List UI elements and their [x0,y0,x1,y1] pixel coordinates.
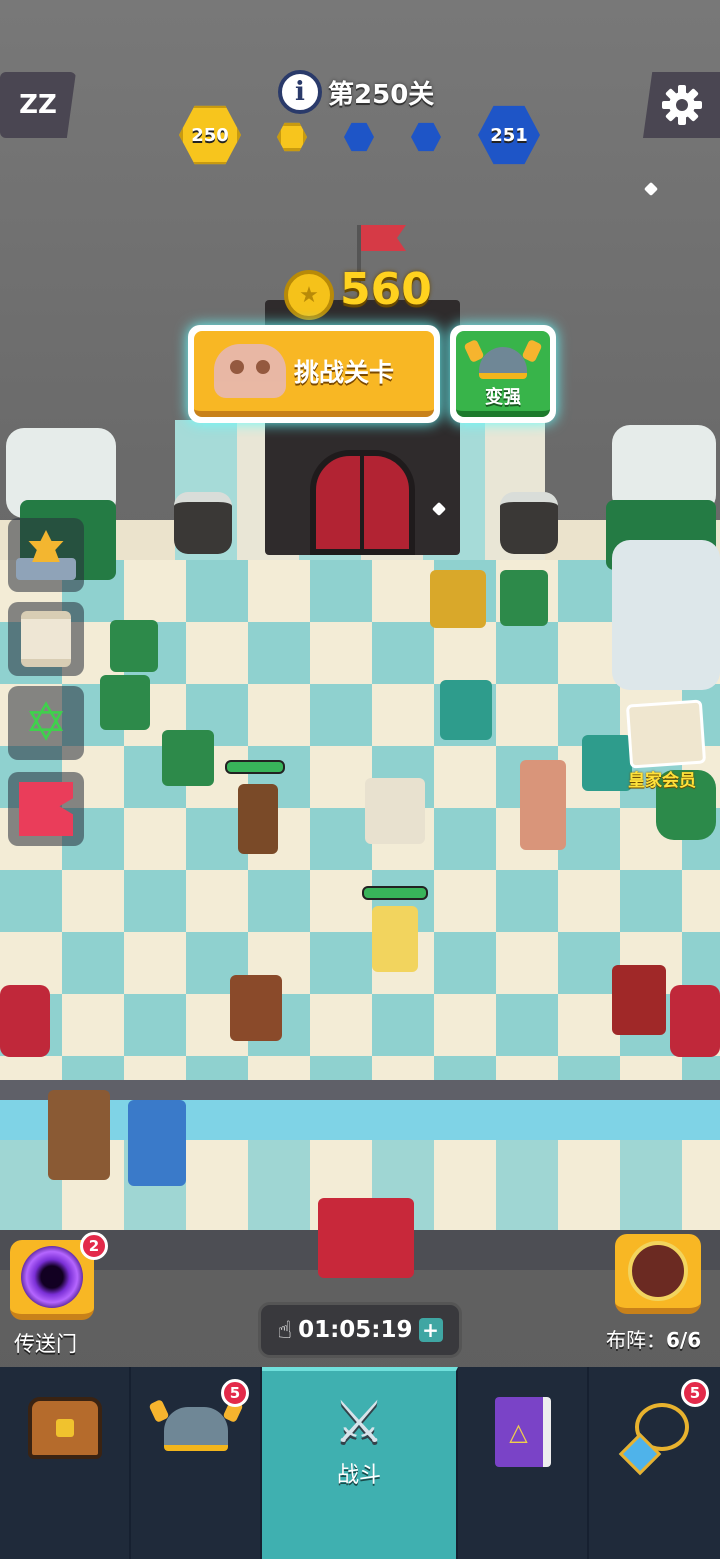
formation-hero-icon [628,1241,688,1301]
tab-chest[interactable] [0,1367,131,1559]
level-indicator[interactable]: i 第250关 [278,70,434,114]
next-level-hex: 251 [478,105,540,165]
stage-marker-pending [344,122,374,152]
level-number: 250 [354,79,409,110]
hero-warrior[interactable] [230,975,282,1041]
tab-upgrade[interactable]: 5 [131,1367,262,1559]
upgrade-button[interactable]: 变强 [450,325,556,423]
scroll-icon [21,611,71,667]
challenge-level-button[interactable]: 挑战关卡 [188,325,440,423]
tab-spellbook[interactable]: △ [458,1367,589,1559]
portal-badge: 2 [80,1232,108,1260]
enemy-archer[interactable] [100,675,150,730]
enemy-archer[interactable] [500,570,548,626]
banner-icon [19,782,73,836]
skull-icon [214,344,286,398]
tab-battle-label: 战斗 [336,1463,381,1488]
enemy-archer[interactable] [110,620,158,672]
fire-brazier [0,985,50,1057]
dragon-hero[interactable] [318,1198,414,1278]
royal-membership-label[interactable]: 皇家会员 [628,766,696,791]
level-prefix: 第 [328,79,355,110]
tab-amulet-badge: 5 [681,1379,709,1407]
formation-count: 6/6 [666,1328,702,1352]
royal-membership-button[interactable] [625,699,707,769]
info-icon[interactable]: i [278,70,322,114]
helmet-icon [163,1407,228,1451]
barrel [500,492,558,554]
quest-button[interactable] [8,602,84,676]
coin-icon: ★ [284,270,334,320]
banner-button[interactable] [8,772,84,846]
settings-button[interactable] [643,72,720,138]
castle-door [310,450,415,555]
viking-helmet-icon [479,347,527,379]
amulet-icon [625,1403,689,1463]
tab-battle[interactable]: ⚔ 战斗 [262,1367,458,1559]
hexagram-icon: ✡ [24,693,68,753]
next-level-number: 251 [490,124,528,146]
spellbook-icon: △ [494,1397,551,1467]
hexagram-button[interactable]: ✡ [8,686,84,760]
bench-hero[interactable] [128,1100,186,1186]
tab-upgrade-badge: 5 [221,1379,249,1407]
formation-label-prefix: 布阵： [606,1328,666,1352]
portal-label: 传送门 [14,1332,77,1356]
stage-marker-done [277,122,307,152]
current-level-hex: 250 [179,105,241,165]
game-stage[interactable]: ZZ i 第250关 250 251 ★ 560 挑战关卡 变强 ✡ 皇家会员 … [0,0,720,1559]
snow-tree [612,540,720,690]
barrel [174,492,232,554]
chest-icon [27,1397,102,1459]
gear-icon [661,85,702,125]
snowflake [643,181,659,197]
stage-marker-pending [411,122,441,152]
level-suffix: 关 [408,79,435,110]
timer-panel[interactable]: ☝ 01:05:19 + [258,1302,462,1358]
sleep-icon: ZZ [19,90,57,120]
bench-hero[interactable] [48,1090,110,1180]
health-bar [362,886,428,900]
enemy-spiky[interactable] [582,735,632,791]
level-title: 第250关 [328,74,434,111]
crossed-swords-icon: ⚔ [333,1388,385,1456]
tap-hand-icon: ☝ [277,1316,293,1344]
hero-ranger[interactable] [238,784,278,854]
plus-icon[interactable]: + [418,1318,443,1342]
enemy-barbarian[interactable] [520,760,566,850]
enemy-knight[interactable] [365,778,425,844]
flag-icon [361,225,406,251]
tab-amulet[interactable]: 5 [589,1367,720,1559]
upgrade-label: 变强 [485,387,521,408]
formation-label: 布阵：6/6 [606,1324,701,1353]
enemy-spiky[interactable] [440,680,492,740]
sleep-button[interactable]: ZZ [0,72,76,138]
enemy-archer[interactable] [162,730,214,786]
current-level-number: 250 [191,124,229,146]
fire-brazier [670,985,720,1057]
coin-value: 560 [340,264,432,315]
hero-guard[interactable] [612,965,666,1035]
challenge-label: 挑战关卡 [294,358,395,387]
ranking-button[interactable] [8,518,84,592]
bottom-nav: 5 ⚔ 战斗 △ 5 [0,1367,720,1559]
hero-elf[interactable] [372,906,418,972]
formation-button[interactable] [615,1234,701,1314]
enemy-chest-mimic[interactable] [430,570,486,628]
portal-icon [21,1246,83,1308]
health-bar [225,760,285,774]
timer-value: 01:05:19 [298,1317,413,1343]
